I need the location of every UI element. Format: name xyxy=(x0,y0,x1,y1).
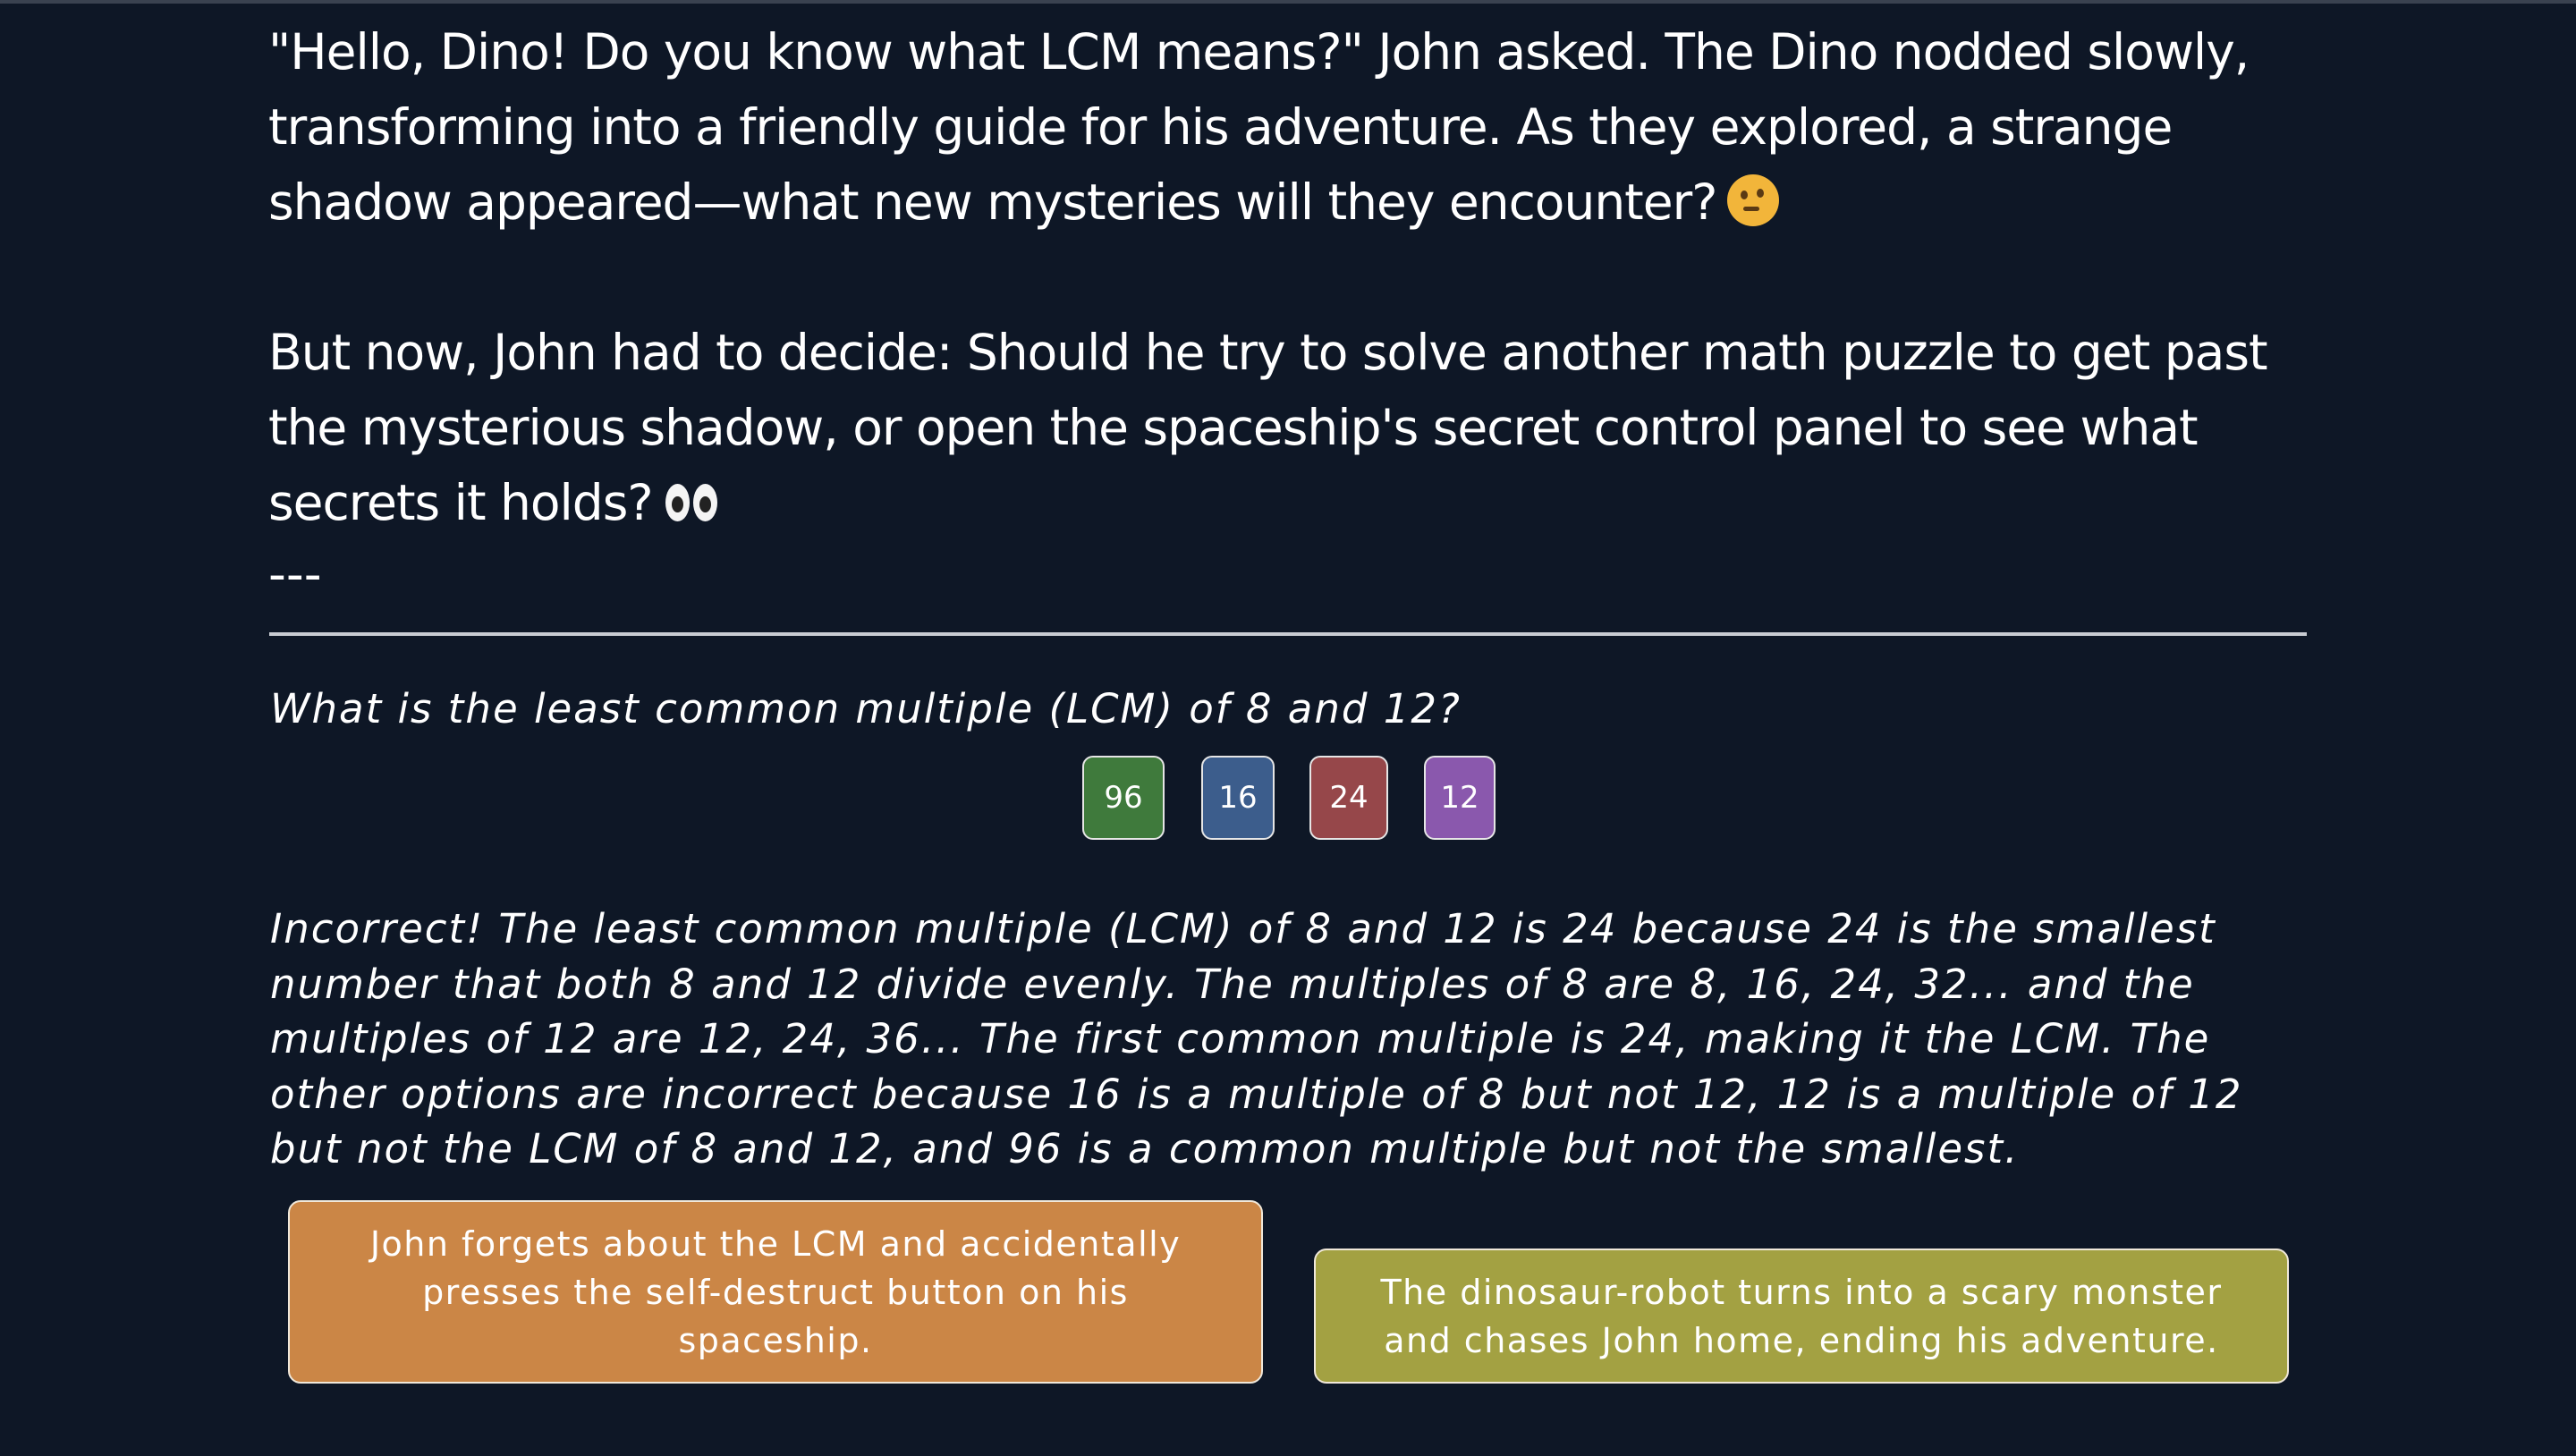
answer-option-96[interactable]: 96 xyxy=(1082,756,1165,840)
answer-option-16[interactable]: 16 xyxy=(1201,756,1275,840)
answer-option-12[interactable]: 12 xyxy=(1424,756,1496,840)
answer-option-24[interactable]: 24 xyxy=(1309,756,1388,840)
story-paragraph-1: "Hello, Dino! Do you know what LCM means… xyxy=(268,14,2326,240)
eyes-icon xyxy=(665,484,721,523)
thinking-face-icon xyxy=(1727,174,1780,226)
choice-button-self-destruct[interactable]: John forgets about the LCM and accidenta… xyxy=(288,1200,1263,1384)
story-paragraph-2: But now, John had to decide: Should he t… xyxy=(268,315,2326,540)
answer-feedback: Incorrect! The least common multiple (LC… xyxy=(270,905,2243,1172)
story-text: "Hello, Dino! Do you know what LCM means… xyxy=(268,14,2326,540)
quiz-question: What is the least common multiple (LCM) … xyxy=(270,685,1462,732)
story-paragraph-1-text: "Hello, Dino! Do you know what LCM means… xyxy=(268,23,2250,231)
story-paragraph-2-text: But now, John had to decide: Should he t… xyxy=(268,324,2268,531)
choice-button-monster-chase[interactable]: The dinosaur-robot turns into a scary mo… xyxy=(1314,1249,2289,1384)
top-border xyxy=(0,0,2576,4)
divider xyxy=(269,632,2307,636)
story-separator: --- xyxy=(268,546,322,603)
